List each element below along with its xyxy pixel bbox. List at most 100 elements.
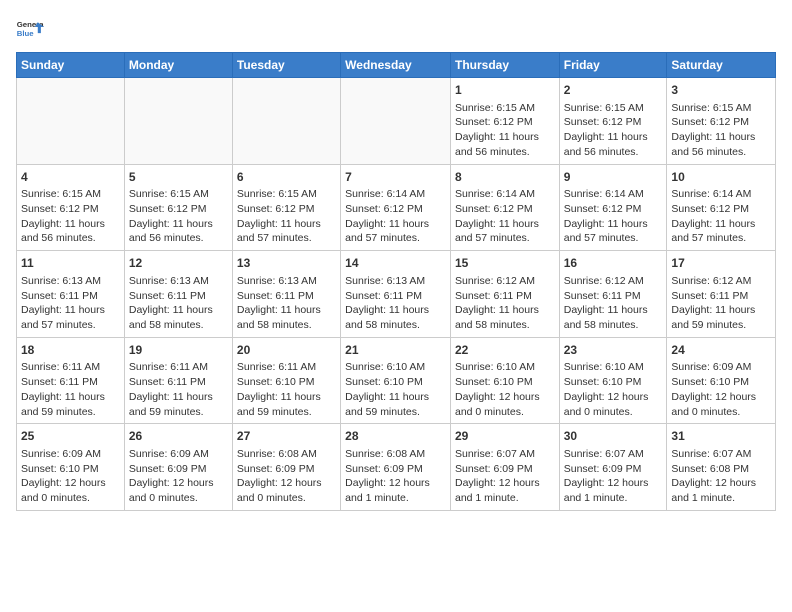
- cell-info: Sunset: 6:09 PM: [129, 462, 228, 477]
- cell-info: Daylight: 11 hours and 56 minutes.: [21, 217, 120, 246]
- logo-icon: General Blue: [16, 16, 44, 44]
- cell-info: Sunrise: 6:13 AM: [21, 274, 120, 289]
- cell-info: Sunset: 6:11 PM: [21, 289, 120, 304]
- cell-info: Sunrise: 6:08 AM: [237, 447, 336, 462]
- cell-info: Sunrise: 6:07 AM: [564, 447, 663, 462]
- day-number: 21: [345, 342, 446, 359]
- day-number: 8: [455, 169, 555, 186]
- weekday-header: Sunday: [17, 53, 125, 78]
- day-number: 11: [21, 255, 120, 272]
- day-number: 31: [671, 428, 771, 445]
- cell-info: Sunset: 6:12 PM: [345, 202, 446, 217]
- cell-info: Daylight: 12 hours and 0 minutes.: [129, 476, 228, 505]
- calendar-cell: 11 Sunrise: 6:13 AMSunset: 6:11 PMDayligh…: [17, 251, 125, 338]
- cell-info: Daylight: 11 hours and 56 minutes.: [564, 130, 663, 159]
- day-number: 3: [671, 82, 771, 99]
- cell-info: Sunset: 6:10 PM: [237, 375, 336, 390]
- cell-info: Sunrise: 6:15 AM: [455, 101, 555, 116]
- cell-info: Sunset: 6:11 PM: [129, 289, 228, 304]
- cell-info: Sunrise: 6:12 AM: [671, 274, 771, 289]
- cell-info: Daylight: 12 hours and 1 minute.: [455, 476, 555, 505]
- calendar-cell: 30Sunrise: 6:07 AMSunset: 6:09 PMDayligh…: [559, 424, 667, 511]
- day-number: 7: [345, 169, 446, 186]
- day-number: 30: [564, 428, 663, 445]
- cell-info: Sunrise: 6:13 AM: [345, 274, 446, 289]
- calendar-cell: [17, 78, 125, 165]
- cell-info: Sunset: 6:12 PM: [237, 202, 336, 217]
- calendar-cell: 27Sunrise: 6:08 AMSunset: 6:09 PMDayligh…: [232, 424, 340, 511]
- weekday-header: Monday: [124, 53, 232, 78]
- cell-info: Sunrise: 6:09 AM: [671, 360, 771, 375]
- day-number: 10: [671, 169, 771, 186]
- calendar-cell: 16Sunrise: 6:12 AMSunset: 6:11 PMDayligh…: [559, 251, 667, 338]
- cell-info: Daylight: 12 hours and 1 minute.: [564, 476, 663, 505]
- cell-info: Sunrise: 6:13 AM: [237, 274, 336, 289]
- cell-info: Sunset: 6:12 PM: [564, 202, 663, 217]
- weekday-header: Tuesday: [232, 53, 340, 78]
- day-number: 13: [237, 255, 336, 272]
- calendar-cell: 8Sunrise: 6:14 AMSunset: 6:12 PMDaylight…: [450, 164, 559, 251]
- calendar-cell: 20Sunrise: 6:11 AMSunset: 6:10 PMDayligh…: [232, 337, 340, 424]
- cell-info: Sunrise: 6:09 AM: [129, 447, 228, 462]
- calendar-cell: 14Sunrise: 6:13 AMSunset: 6:11 PMDayligh…: [341, 251, 451, 338]
- svg-text:Blue: Blue: [17, 29, 35, 38]
- calendar-week-row: 25Sunrise: 6:09 AMSunset: 6:10 PMDayligh…: [17, 424, 776, 511]
- cell-info: Sunset: 6:12 PM: [21, 202, 120, 217]
- calendar-week-row: 18Sunrise: 6:11 AMSunset: 6:11 PMDayligh…: [17, 337, 776, 424]
- day-number: 23: [564, 342, 663, 359]
- day-number: 1: [455, 82, 555, 99]
- calendar-cell: 7Sunrise: 6:14 AMSunset: 6:12 PMDaylight…: [341, 164, 451, 251]
- cell-info: Sunset: 6:12 PM: [671, 202, 771, 217]
- day-number: 28: [345, 428, 446, 445]
- calendar-cell: 28Sunrise: 6:08 AMSunset: 6:09 PMDayligh…: [341, 424, 451, 511]
- day-number: 18: [21, 342, 120, 359]
- day-number: 5: [129, 169, 228, 186]
- calendar-cell: 12Sunrise: 6:13 AMSunset: 6:11 PMDayligh…: [124, 251, 232, 338]
- cell-info: Daylight: 11 hours and 57 minutes.: [237, 217, 336, 246]
- calendar-cell: 21Sunrise: 6:10 AMSunset: 6:10 PMDayligh…: [341, 337, 451, 424]
- cell-info: Sunrise: 6:11 AM: [237, 360, 336, 375]
- cell-info: Sunset: 6:11 PM: [129, 375, 228, 390]
- day-number: 17: [671, 255, 771, 272]
- cell-info: Sunrise: 6:12 AM: [564, 274, 663, 289]
- calendar-cell: 26Sunrise: 6:09 AMSunset: 6:09 PMDayligh…: [124, 424, 232, 511]
- cell-info: Daylight: 11 hours and 57 minutes.: [21, 303, 120, 332]
- cell-info: Sunrise: 6:07 AM: [455, 447, 555, 462]
- header-row: SundayMondayTuesdayWednesdayThursdayFrid…: [17, 53, 776, 78]
- cell-info: Sunrise: 6:13 AM: [129, 274, 228, 289]
- calendar-cell: 3 Sunrise: 6:15 AMSunset: 6:12 PMDaylight…: [667, 78, 776, 165]
- cell-info: Sunrise: 6:11 AM: [21, 360, 120, 375]
- cell-info: Sunset: 6:10 PM: [345, 375, 446, 390]
- day-number: 25: [21, 428, 120, 445]
- cell-info: Daylight: 11 hours and 59 minutes.: [129, 390, 228, 419]
- cell-info: Sunrise: 6:10 AM: [455, 360, 555, 375]
- cell-info: Daylight: 11 hours and 58 minutes.: [455, 303, 555, 332]
- calendar-cell: [341, 78, 451, 165]
- logo: General Blue: [16, 16, 48, 44]
- cell-info: Sunrise: 6:14 AM: [455, 187, 555, 202]
- cell-info: Sunset: 6:11 PM: [21, 375, 120, 390]
- cell-info: Sunrise: 6:10 AM: [345, 360, 446, 375]
- cell-info: Daylight: 11 hours and 56 minutes.: [671, 130, 771, 159]
- weekday-header: Friday: [559, 53, 667, 78]
- calendar-cell: 22Sunrise: 6:10 AMSunset: 6:10 PMDayligh…: [450, 337, 559, 424]
- cell-info: Daylight: 12 hours and 0 minutes.: [21, 476, 120, 505]
- cell-info: Sunrise: 6:14 AM: [671, 187, 771, 202]
- calendar-cell: 17Sunrise: 6:12 AMSunset: 6:11 PMDayligh…: [667, 251, 776, 338]
- cell-info: Sunset: 6:12 PM: [671, 115, 771, 130]
- cell-info: Daylight: 11 hours and 57 minutes.: [564, 217, 663, 246]
- cell-info: Daylight: 11 hours and 59 minutes.: [21, 390, 120, 419]
- day-number: 22: [455, 342, 555, 359]
- cell-info: Sunrise: 6:07 AM: [671, 447, 771, 462]
- cell-info: Daylight: 12 hours and 0 minutes.: [564, 390, 663, 419]
- cell-info: Sunrise: 6:09 AM: [21, 447, 120, 462]
- day-number: 29: [455, 428, 555, 445]
- calendar-cell: 9Sunrise: 6:14 AMSunset: 6:12 PMDaylight…: [559, 164, 667, 251]
- calendar-cell: 13Sunrise: 6:13 AMSunset: 6:11 PMDayligh…: [232, 251, 340, 338]
- calendar-cell: [232, 78, 340, 165]
- cell-info: Sunrise: 6:10 AM: [564, 360, 663, 375]
- cell-info: Sunrise: 6:15 AM: [671, 101, 771, 116]
- day-number: 24: [671, 342, 771, 359]
- cell-info: Daylight: 11 hours and 57 minutes.: [671, 217, 771, 246]
- day-number: 16: [564, 255, 663, 272]
